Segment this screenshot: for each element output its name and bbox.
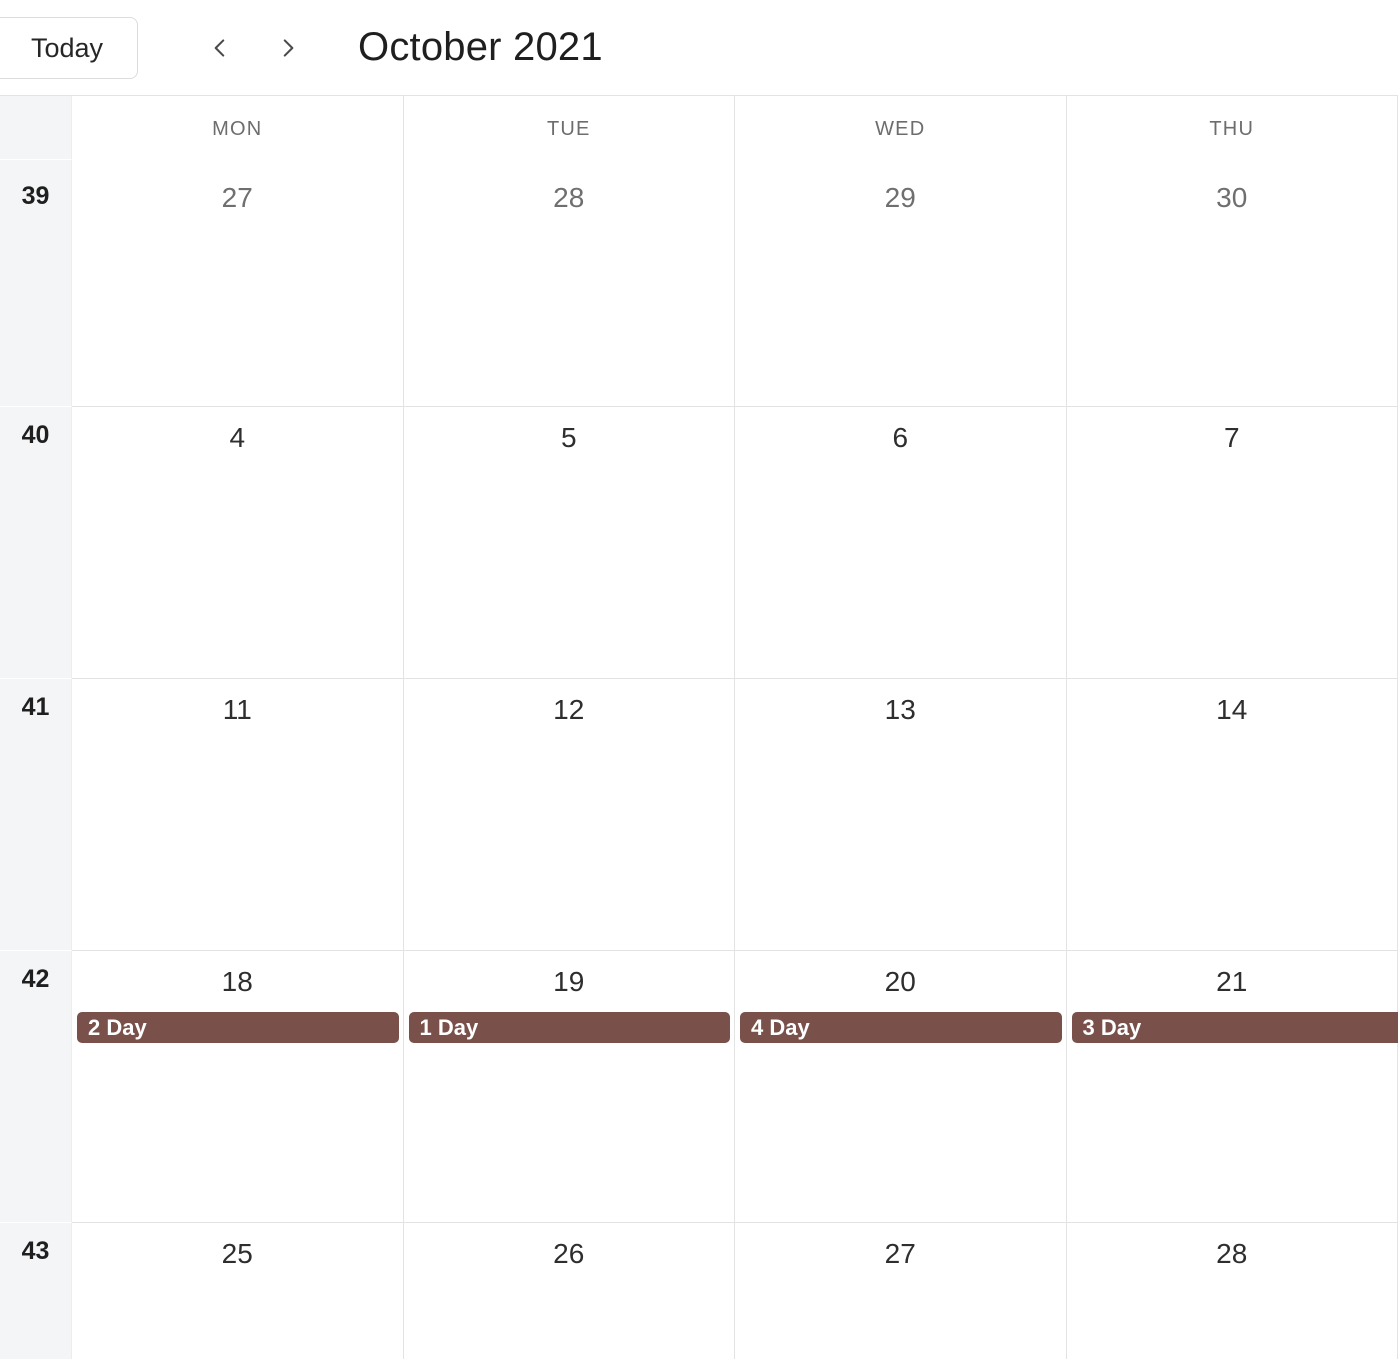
day-of-week-label: MON	[212, 118, 263, 140]
day-number[interactable]: 26	[404, 1237, 735, 1271]
day-number[interactable]: 7	[1067, 421, 1398, 455]
day-cell[interactable]: 14	[1066, 678, 1398, 950]
day-of-week-header: THU	[1066, 96, 1398, 159]
day-of-week-header: MON	[72, 96, 404, 159]
week-number: 43	[21, 1237, 50, 1265]
day-of-week-label: THU	[1209, 118, 1255, 140]
next-month-button[interactable]	[266, 26, 310, 70]
calendar-title: October 2021	[358, 25, 603, 69]
day-cell[interactable]: 5	[403, 406, 735, 678]
week-number-cell: 40	[0, 406, 72, 678]
week-number: 40	[21, 421, 50, 449]
day-cell[interactable]: 6	[735, 406, 1067, 678]
calendar-event[interactable]: 1 Day	[408, 1012, 730, 1043]
day-cell[interactable]: 13	[735, 678, 1067, 950]
chevron-left-icon	[207, 35, 233, 61]
day-number[interactable]: 14	[1067, 693, 1398, 727]
day-cell[interactable]: 26	[403, 1222, 735, 1359]
day-events: 2 Day	[72, 1012, 403, 1043]
day-number[interactable]: 13	[735, 693, 1066, 727]
calendar-body: MON TUE WED THU 39 27 28 29 30 40 4 5 6 7 41 11 12 13 14 42…	[0, 96, 1398, 1359]
day-events: 4 Day	[735, 1012, 1066, 1043]
day-number[interactable]: 28	[1067, 1237, 1398, 1271]
day-number[interactable]: 28	[404, 181, 735, 215]
day-cell[interactable]: 28	[403, 159, 735, 406]
day-cell[interactable]: 30	[1066, 159, 1398, 406]
week-number-cell: 39	[0, 159, 72, 406]
day-events: 3 Day	[1067, 1012, 1398, 1043]
prev-month-button[interactable]	[198, 26, 242, 70]
day-number[interactable]: 20	[735, 965, 1066, 999]
day-cell[interactable]: 11	[72, 678, 404, 950]
day-number[interactable]: 11	[72, 693, 403, 727]
calendar-toolbar: Today October 2021	[0, 0, 1398, 96]
week-number: 42	[21, 965, 50, 993]
day-number[interactable]: 6	[735, 421, 1066, 455]
day-cell[interactable]: 29	[735, 159, 1067, 406]
day-number[interactable]: 30	[1067, 181, 1398, 215]
day-number[interactable]: 21	[1067, 965, 1398, 999]
day-cell[interactable]: 28	[1066, 1222, 1398, 1359]
day-number[interactable]: 18	[72, 965, 403, 999]
day-number[interactable]: 27	[735, 1237, 1066, 1271]
week-number: 39	[21, 182, 50, 210]
day-number[interactable]: 25	[72, 1237, 403, 1271]
week-number-cell: 43	[0, 1222, 72, 1359]
day-cell[interactable]: 4	[72, 406, 404, 678]
day-of-week-header: WED	[735, 96, 1067, 159]
week-number: 41	[21, 693, 50, 721]
day-cell[interactable]: 21 3 Day	[1066, 950, 1398, 1222]
day-number[interactable]: 27	[72, 181, 403, 215]
chevron-right-icon	[275, 35, 301, 61]
day-cell[interactable]: 12	[403, 678, 735, 950]
calendar-event[interactable]: 2 Day	[77, 1012, 399, 1043]
week-number-column-header	[0, 96, 72, 159]
day-number[interactable]: 12	[404, 693, 735, 727]
day-of-week-label: TUE	[546, 118, 591, 140]
day-cell[interactable]: 20 4 Day	[735, 950, 1067, 1222]
day-of-week-header: TUE	[403, 96, 735, 159]
day-number[interactable]: 29	[735, 181, 1066, 215]
day-number[interactable]: 19	[404, 965, 735, 999]
day-number[interactable]: 5	[404, 421, 735, 455]
day-of-week-label: WED	[875, 118, 926, 140]
day-number[interactable]: 4	[72, 421, 403, 455]
calendar-event[interactable]: 3 Day	[1071, 1012, 1398, 1043]
day-cell[interactable]: 27	[735, 1222, 1067, 1359]
week-number-cell: 41	[0, 678, 72, 950]
calendar-grid: MON TUE WED THU 39 27 28 29 30 40 4 5 6 7 41 11 12 13 14 42…	[0, 96, 1398, 1359]
week-number-cell: 42	[0, 950, 72, 1222]
day-cell[interactable]: 18 2 Day	[72, 950, 404, 1222]
day-cell[interactable]: 7	[1066, 406, 1398, 678]
calendar-event[interactable]: 4 Day	[740, 1012, 1062, 1043]
today-button[interactable]: Today	[0, 16, 138, 79]
day-cell[interactable]: 25	[72, 1222, 404, 1359]
day-events: 1 Day	[404, 1012, 735, 1043]
day-cell[interactable]: 19 1 Day	[403, 950, 735, 1222]
day-cell[interactable]: 27	[72, 159, 404, 406]
month-navigation	[198, 26, 310, 70]
